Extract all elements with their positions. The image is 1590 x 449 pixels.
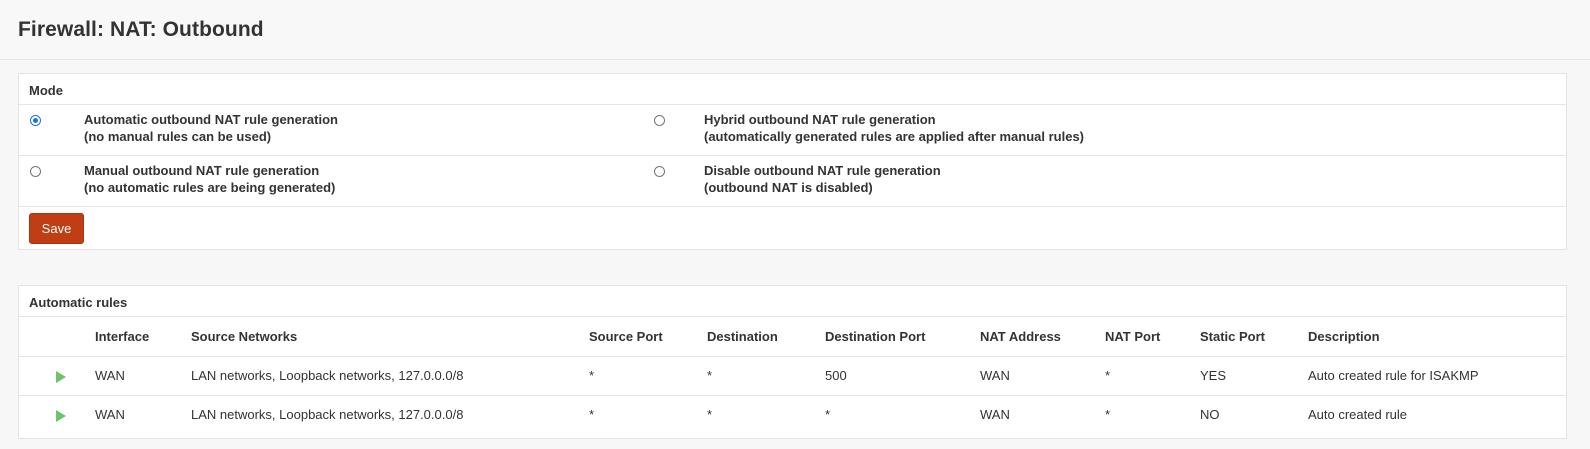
table-header-row: Interface Source Networks Source Port De… <box>19 317 1566 356</box>
mode-option-manual[interactable]: Manual outbound NAT rule generation (no … <box>19 156 639 207</box>
column-header: Description <box>1308 328 1380 344</box>
table-cell: * <box>589 368 595 383</box>
table-cell: WAN <box>95 407 125 423</box>
column-header: NAT Address <box>980 328 1061 344</box>
mode-row-2: Manual outbound NAT rule generation (no … <box>19 156 1566 207</box>
table-row: WAN LAN networks, Loopback networks, 127… <box>19 395 1566 434</box>
mode-row-1: Automatic outbound NAT rule generation (… <box>19 105 1566 156</box>
mode-option-sub: (no manual rules can be used) <box>84 129 272 144</box>
play-icon <box>56 409 66 422</box>
table-cell: Auto created rule for ISAKMP <box>1308 368 1479 383</box>
rules-heading: Automatic rules <box>19 286 1566 317</box>
automatic-rules-panel: Automatic rules Interface Source Network… <box>18 285 1567 439</box>
save-row: Save <box>19 207 1566 250</box>
rules-table: Interface Source Networks Source Port De… <box>19 317 1566 434</box>
mode-option-automatic[interactable]: Automatic outbound NAT rule generation (… <box>19 105 639 156</box>
radio-disable[interactable] <box>654 166 665 177</box>
column-header: Source Networks <box>191 328 298 344</box>
page-header: Firewall: NAT: Outbound <box>0 0 1590 60</box>
radio-automatic[interactable] <box>30 115 41 126</box>
table-cell: WAN <box>95 368 125 383</box>
table-cell: * <box>707 368 713 383</box>
column-header: Destination <box>707 328 778 344</box>
save-button[interactable]: Save <box>29 213 84 244</box>
radio-manual[interactable] <box>30 166 41 177</box>
column-header: Source Port <box>589 328 663 344</box>
column-header: Destination Port <box>825 328 926 344</box>
mode-option-disable[interactable]: Disable outbound NAT rule generation (ou… <box>639 156 1539 207</box>
mode-option-hybrid[interactable]: Hybrid outbound NAT rule generation (aut… <box>639 105 1539 156</box>
table-cell: * <box>1105 368 1111 383</box>
column-status <box>19 317 95 356</box>
column-header: NAT Port <box>1105 328 1161 344</box>
mode-option-sub: (outbound NAT is disabled) <box>704 180 873 195</box>
table-cell: * <box>707 407 713 423</box>
mode-option-label: Hybrid outbound NAT rule generation <box>704 112 936 127</box>
table-cell: 500 <box>825 368 847 383</box>
mode-option-label: Disable outbound NAT rule generation <box>704 163 941 178</box>
mode-heading: Mode <box>19 74 1566 105</box>
table-cell: WAN <box>980 407 1010 423</box>
table-cell: Auto created rule <box>1308 407 1408 423</box>
table-cell: LAN networks, Loopback networks, 127.0.0… <box>191 407 464 423</box>
mode-option-sub: (no automatic rules are being generated) <box>84 180 336 195</box>
table-cell: * <box>825 407 831 423</box>
table-cell: * <box>589 407 595 423</box>
table-row: WAN LAN networks, Loopback networks, 127… <box>19 356 1566 395</box>
page-title: Firewall: NAT: Outbound <box>18 18 264 41</box>
table-cell: WAN <box>980 368 1010 383</box>
table-cell: * <box>1105 407 1111 423</box>
column-header: Interface <box>95 328 150 344</box>
radio-hybrid[interactable] <box>654 115 665 126</box>
table-cell: YES <box>1200 368 1227 383</box>
mode-option-label: Manual outbound NAT rule generation <box>84 163 320 178</box>
column-header: Static Port <box>1200 328 1266 344</box>
table-cell: NO <box>1200 407 1220 423</box>
play-icon <box>56 370 66 383</box>
mode-option-sub: (automatically generated rules are appli… <box>704 129 1085 144</box>
mode-panel: Mode Automatic outbound NAT rule generat… <box>18 73 1567 250</box>
mode-option-label: Automatic outbound NAT rule generation <box>84 112 338 127</box>
table-cell: LAN networks, Loopback networks, 127.0.0… <box>191 368 464 383</box>
